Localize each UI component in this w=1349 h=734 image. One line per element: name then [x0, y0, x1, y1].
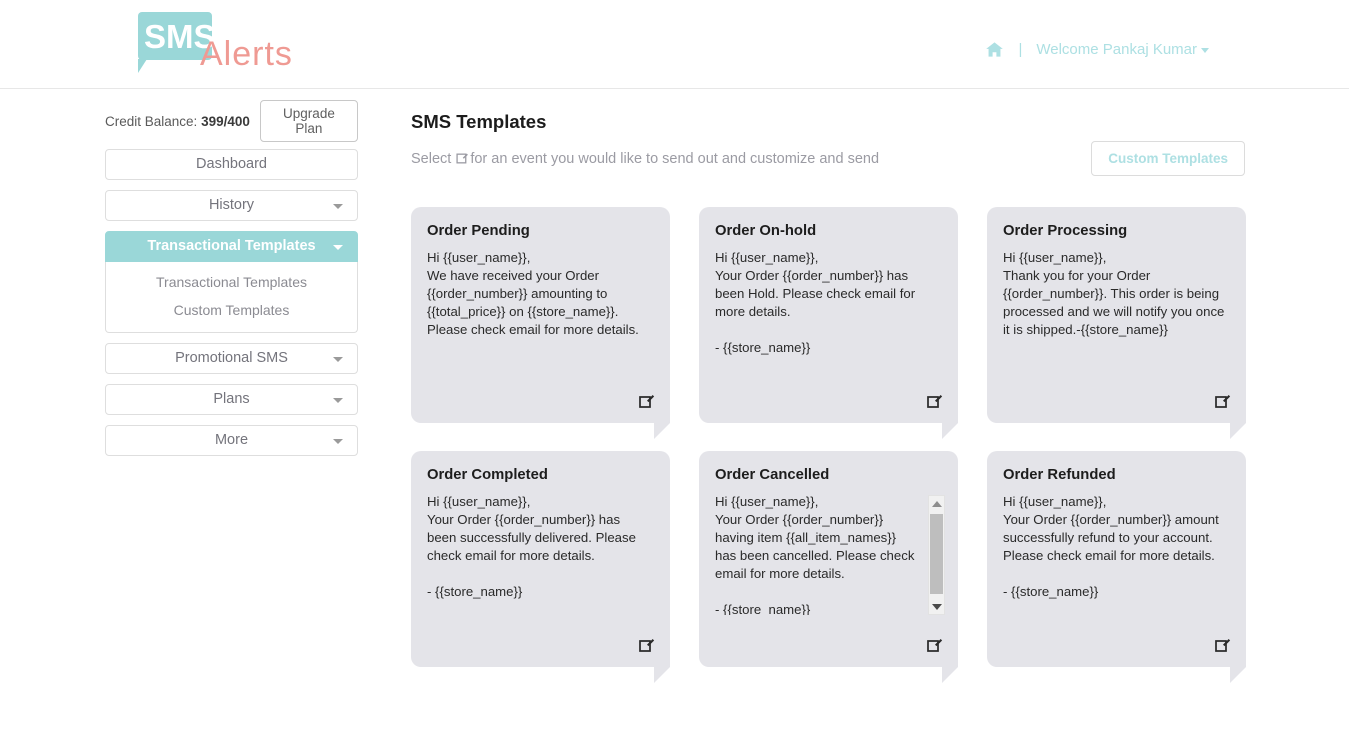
template-card-order-completed[interactable]: Order Completed Hi {{user_name}}, Your O… — [411, 451, 670, 683]
card-scrollbar[interactable] — [928, 495, 945, 615]
sidebar: Credit Balance: 399/400 Upgrade Plan Das… — [105, 100, 358, 466]
scroll-up-arrow-icon[interactable] — [929, 496, 944, 511]
chevron-down-icon — [333, 439, 343, 444]
template-card-body: Hi {{user_name}}, Thank you for your Ord… — [1003, 250, 1225, 337]
chevron-down-icon — [333, 245, 343, 250]
scrollbar-thumb[interactable] — [930, 514, 943, 594]
edit-icon — [639, 395, 655, 408]
page-title: SMS Templates — [411, 111, 547, 132]
sidebar-item-transactional-templates[interactable]: Transactional Templates — [105, 231, 358, 262]
header-right-nav: | Welcome Pankaj Kumar — [985, 40, 1209, 59]
template-card-body: Hi {{user_name}}, We have received your … — [427, 250, 639, 337]
logo-bubble-tail — [138, 59, 147, 73]
header-separator: | — [1018, 41, 1023, 58]
template-card-title: Order Cancelled — [715, 467, 830, 483]
template-card-title: Order Completed — [427, 467, 548, 483]
sidebar-subitem-transactional-templates[interactable]: Transactional Templates — [106, 268, 357, 296]
chevron-down-icon — [1201, 47, 1209, 53]
upgrade-plan-button[interactable]: Upgrade Plan — [259, 100, 358, 142]
sidebar-item-label: Dashboard — [196, 156, 267, 172]
sidebar-item-promotional-sms[interactable]: Promotional SMS — [105, 343, 358, 374]
home-icon-glyph — [986, 42, 1004, 57]
edit-icon — [456, 153, 469, 164]
template-card-order-on-hold[interactable]: Order On-hold Hi {{user_name}}, Your Ord… — [699, 207, 958, 439]
edit-icon — [927, 639, 943, 652]
template-card-title: Order Pending — [427, 223, 530, 239]
template-card-order-pending[interactable]: Order Pending Hi {{user_name}}, We have … — [411, 207, 670, 439]
edit-icon — [1215, 639, 1231, 652]
sidebar-subitem-custom-templates[interactable]: Custom Templates — [106, 296, 357, 324]
user-menu-link[interactable]: Welcome Pankaj Kumar — [1036, 41, 1209, 58]
edit-template-button[interactable] — [927, 637, 943, 653]
chevron-down-icon — [333, 357, 343, 362]
home-icon[interactable] — [985, 40, 1004, 59]
sidebar-item-label: Transactional Templates — [147, 238, 316, 254]
page-subtitle-row: Select for an event you would like to se… — [411, 141, 1259, 193]
template-card-title: Order Refunded — [1003, 467, 1116, 483]
card-bubble-tail — [654, 667, 670, 683]
edit-icon — [927, 395, 943, 408]
chevron-down-icon — [333, 398, 343, 403]
credit-balance-value: 399/400 — [201, 113, 250, 129]
triangle-up-icon — [931, 500, 942, 507]
edit-template-button[interactable] — [639, 393, 655, 409]
sidebar-item-history[interactable]: History — [105, 190, 358, 221]
card-bubble-tail — [942, 667, 958, 683]
card-bubble-tail — [1230, 667, 1246, 683]
sidebar-item-label: History — [208, 197, 255, 213]
triangle-down-icon — [931, 603, 942, 610]
page-subtitle-suffix: for an event you would like to send out … — [470, 151, 880, 167]
credit-balance-row: Credit Balance: 399/400 Upgrade Plan — [105, 100, 358, 142]
main-content: SMS Templates Select for an event you wo… — [411, 111, 1259, 683]
sidebar-item-more[interactable]: More — [105, 425, 358, 456]
sidebar-item-label: Plans — [213, 391, 250, 407]
template-card-order-cancelled[interactable]: Order Cancelled Hi {{user_name}}, Your O… — [699, 451, 958, 683]
template-card-body: Hi {{user_name}}, Your Order {{order_num… — [715, 250, 916, 355]
edit-template-button[interactable] — [927, 393, 943, 409]
card-bubble-tail — [942, 423, 958, 439]
edit-icon — [1215, 395, 1231, 408]
sidebar-submenu: Transactional Templates Custom Templates — [105, 262, 358, 333]
user-menu-label: Welcome Pankaj Kumar — [1036, 41, 1197, 58]
card-bubble-tail — [1230, 423, 1246, 439]
edit-template-button[interactable] — [639, 637, 655, 653]
site-header: SMS Alerts | Welcome Pankaj Kumar — [0, 0, 1349, 89]
custom-templates-button[interactable]: Custom Templates — [1091, 141, 1245, 176]
site-logo[interactable]: SMS Alerts — [138, 8, 438, 80]
page-body: Credit Balance: 399/400 Upgrade Plan Das… — [0, 89, 1349, 734]
edit-icon — [639, 639, 655, 652]
template-card-grid: Order Pending Hi {{user_name}}, We have … — [411, 207, 1259, 683]
template-card-order-processing[interactable]: Order Processing Hi {{user_name}}, Thank… — [987, 207, 1246, 439]
chevron-down-icon — [333, 204, 343, 209]
template-card-title: Order Processing — [1003, 223, 1128, 239]
sidebar-item-label: Promotional SMS — [175, 350, 288, 366]
edit-template-button[interactable] — [1215, 393, 1231, 409]
card-bubble-tail — [654, 423, 670, 439]
sidebar-item-label: More — [214, 432, 249, 448]
template-card-body: Hi {{user_name}}, Your Order {{order_num… — [427, 494, 636, 599]
template-card-body: Hi {{user_name}}, Your Order {{order_num… — [715, 494, 915, 615]
credit-balance-text: Credit Balance: 399/400 — [105, 114, 250, 129]
edit-template-button[interactable] — [1215, 637, 1231, 653]
template-card-order-refunded[interactable]: Order Refunded Hi {{user_name}}, Your Or… — [987, 451, 1246, 683]
scroll-down-arrow-icon[interactable] — [929, 599, 944, 614]
credit-balance-label: Credit Balance: — [105, 113, 198, 129]
page-subtitle-prefix: Select — [411, 151, 456, 167]
logo-secondary-text: Alerts — [200, 35, 293, 73]
template-card-body: Hi {{user_name}}, Your Order {{order_num… — [1003, 494, 1219, 599]
sidebar-item-plans[interactable]: Plans — [105, 384, 358, 415]
template-card-title: Order On-hold — [715, 223, 817, 239]
sidebar-item-dashboard[interactable]: Dashboard — [105, 149, 358, 180]
